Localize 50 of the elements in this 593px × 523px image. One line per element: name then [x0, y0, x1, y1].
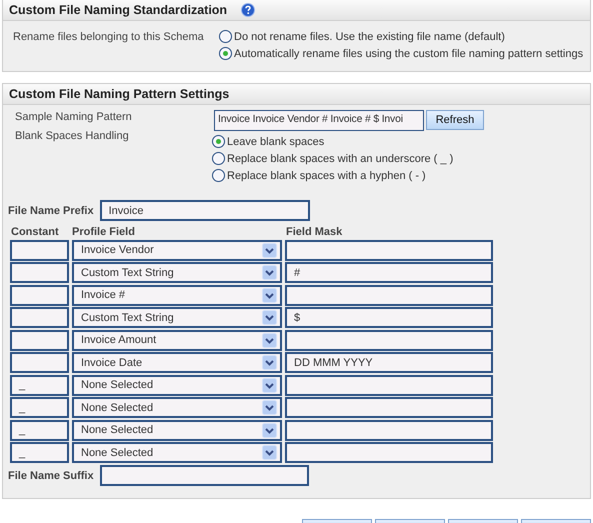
field-mask-field[interactable]: $ [285, 307, 493, 328]
radio-option[interactable]: Replace blank spaces with a hyphen ( - ) [212, 169, 454, 182]
field-label: File Name Suffix [8, 470, 94, 482]
profile-field-dropdown[interactable]: Invoice Date [72, 352, 282, 373]
field-mask-field[interactable] [285, 374, 493, 396]
radio-option[interactable]: Leave blank spaces [212, 135, 454, 148]
constant-field[interactable] [10, 307, 69, 328]
constant-field[interactable]: _ [10, 442, 69, 463]
profile-field-dropdown[interactable]: Invoice Amount [72, 330, 282, 350]
section-title: Custom File Naming Standardization [9, 3, 228, 17]
radio-option[interactable]: Automatically rename files using the custom file naming pattern settings [219, 47, 584, 60]
prefix-field[interactable]: Invoice [100, 200, 310, 221]
constant-field[interactable]: _ [10, 420, 69, 440]
column-header: Field Mask [285, 226, 344, 238]
constant-field[interactable] [10, 352, 69, 373]
pattern-field[interactable]: Invoice Invoice Vendor # Invoice # $ Invoi [214, 110, 424, 131]
constant-field[interactable] [10, 240, 69, 260]
radio-option[interactable]: Do not rename files. Use the existing file name (default) [219, 30, 584, 43]
column-header: Profile Field [72, 226, 136, 238]
column-header: Constant [10, 226, 60, 238]
profile-field-dropdown[interactable]: None Selected [72, 420, 282, 440]
profile-field-dropdown[interactable]: Invoice Vendor [72, 240, 282, 260]
profile-field-dropdown[interactable]: Custom Text String [72, 307, 282, 328]
profile-field-dropdown[interactable]: Custom Text String [72, 262, 282, 283]
profile-field-dropdown[interactable]: None Selected [72, 374, 282, 396]
radio-option[interactable]: Replace blank spaces with an underscore ( _ ) [212, 152, 454, 165]
constant-field[interactable]: _ [10, 397, 69, 418]
field-mask-field[interactable]: DD MMM YYYY [285, 352, 493, 373]
section-title: Custom File Naming Pattern Settings [9, 87, 230, 101]
profile-field-dropdown[interactable]: Invoice # [72, 284, 282, 306]
field-mask-field[interactable] [285, 442, 493, 463]
field-label: File Name Prefix [8, 204, 94, 216]
field-mask-field[interactable] [285, 420, 493, 440]
refresh-button[interactable]: Refresh [426, 110, 484, 130]
constant-field[interactable]: _ [10, 374, 69, 396]
field-mask-field[interactable] [285, 284, 493, 306]
field-mask-field[interactable] [285, 330, 493, 350]
suffix-field[interactable] [100, 465, 309, 486]
field-mask-field[interactable]: # [285, 262, 493, 283]
field-mask-field[interactable] [285, 240, 493, 260]
profile-field-dropdown[interactable]: None Selected [72, 397, 282, 418]
constant-field[interactable] [10, 284, 69, 306]
constant-field[interactable] [10, 330, 69, 350]
field-label: Sample Naming Pattern [14, 110, 133, 123]
field-mask-field[interactable] [285, 397, 493, 418]
profile-field-dropdown[interactable]: None Selected [72, 442, 282, 463]
constant-field[interactable] [10, 262, 69, 283]
field-label: Blank Spaces Handling [14, 129, 130, 144]
field-label: Rename files belonging to this Schema [12, 30, 205, 45]
help-icon[interactable] [241, 3, 256, 17]
